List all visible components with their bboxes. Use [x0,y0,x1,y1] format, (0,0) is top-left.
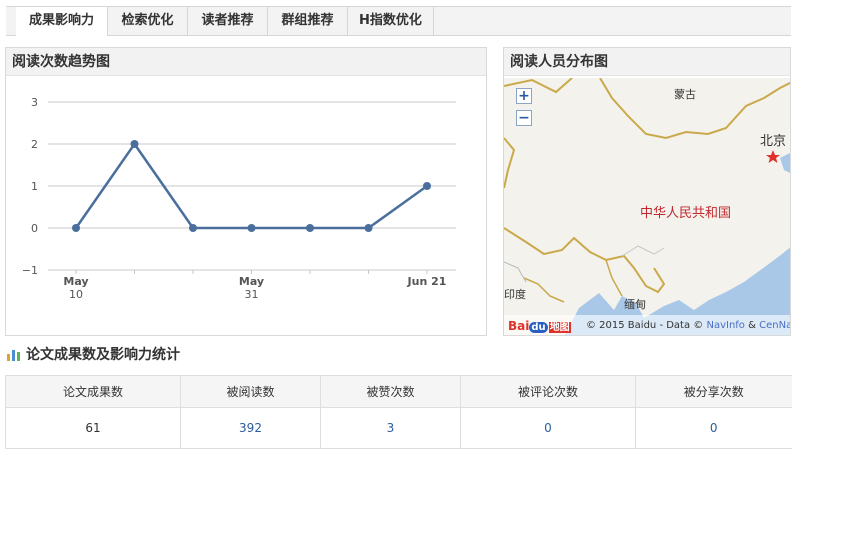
data-point[interactable] [189,224,197,232]
distribution-map[interactable]: + − 蒙古 北京 中华人民共和国 印度 缅甸 Bai du 地图 © 2015 B… [504,78,790,335]
reader-distribution-panel: 阅读人员分布图 + − 蒙古 北京 中华人民共和国 印度 缅甸 Bai du 地图 [503,47,791,336]
value-share-count[interactable]: 0 [635,407,792,449]
tab-achievement-impact[interactable]: 成果影响力 [16,7,108,36]
x-tick-label: 31 [245,288,259,301]
map-label-mongolia: 蒙古 [674,88,696,101]
header-share-count: 被分享次数 [635,375,792,408]
tab-reader-recommendation[interactable]: 读者推荐 [188,7,268,35]
x-tick-label: Jun 21 [407,275,447,288]
data-point[interactable] [72,224,80,232]
y-tick-label: 3 [31,96,38,109]
reader-distribution-title: 阅读人员分布图 [504,48,790,76]
x-tick-label: May [63,275,88,288]
value-read-count[interactable]: 392 [180,407,321,449]
x-tick-label: May [239,275,264,288]
zoom-out-button[interactable]: − [516,110,532,126]
data-point[interactable] [364,224,373,232]
header-like-count: 被赞次数 [320,375,461,408]
baidu-paw-icon: du [529,322,548,333]
map-label-myanmar: 缅甸 [624,298,646,311]
tab-bar: 成果影响力 检索优化 读者推荐 群组推荐 H指数优化 [6,6,791,36]
data-point[interactable] [247,224,256,232]
header-paper-count: 论文成果数 [5,375,181,408]
value-paper-count: 61 [5,407,181,449]
stats-section-title: 论文成果数及影响力统计 [6,344,180,366]
reading-trend-title: 阅读次数趋势图 [6,48,486,76]
map-label-china: 中华人民共和国 [640,206,732,221]
y-tick-label: 2 [31,138,38,151]
tab-group-recommendation[interactable]: 群组推荐 [268,7,348,35]
attribution-text: © 2015 Baidu - Data © NavInfo & CenNavi [586,320,790,331]
y-tick-label: 1 [31,180,38,193]
value-comment-count[interactable]: 0 [460,407,636,449]
baidu-logo[interactable]: Bai du 地图 [508,318,571,333]
x-tick-label: 10 [69,288,83,301]
tab-search-optimization[interactable]: 检索优化 [108,7,188,35]
data-point[interactable] [423,182,431,190]
reading-trend-panel: 阅读次数趋势图 3 2 1 0 −1 May 10 May 31 Jun 21 [5,47,487,336]
map-label-beijing: 北京 [760,134,787,149]
tab-h-index-optimization[interactable]: H指数优化 [348,7,434,35]
data-point[interactable] [306,224,314,232]
baidu-logo-bai: Bai [508,319,530,333]
stats-table: 论文成果数 被阅读数 被赞次数 被评论次数 被分享次数 61 392 3 0 0 [5,375,792,449]
stats-title-text: 论文成果数及影响力统计 [26,347,180,363]
attribution-prefix: © 2015 Baidu - Data © [586,320,704,331]
reading-trend-chart: 3210−1May10May31Jun 21 [22,96,456,301]
zoom-in-button[interactable]: + [516,88,532,104]
header-comment-count: 被评论次数 [460,375,636,408]
value-like-count[interactable]: 3 [320,407,461,449]
data-point[interactable] [130,140,139,148]
bar-chart-icon [7,350,20,361]
y-tick-label: 0 [31,222,38,235]
map-attribution: Bai du 地图 © 2015 Baidu - Data © NavInfo & … [504,315,790,335]
map-label-india: 印度 [504,288,526,301]
baidu-logo-map: 地图 [548,322,571,333]
cennavi-link[interactable]: CenNavi [759,320,790,331]
stats-header-row: 论文成果数 被阅读数 被赞次数 被评论次数 被分享次数 [5,375,792,408]
header-read-count: 被阅读数 [180,375,321,408]
attribution-amp: & [748,320,756,331]
stats-value-row: 61 392 3 0 0 [5,407,792,449]
y-tick-label: −1 [22,264,38,277]
navinfo-link[interactable]: NavInfo [706,320,744,331]
